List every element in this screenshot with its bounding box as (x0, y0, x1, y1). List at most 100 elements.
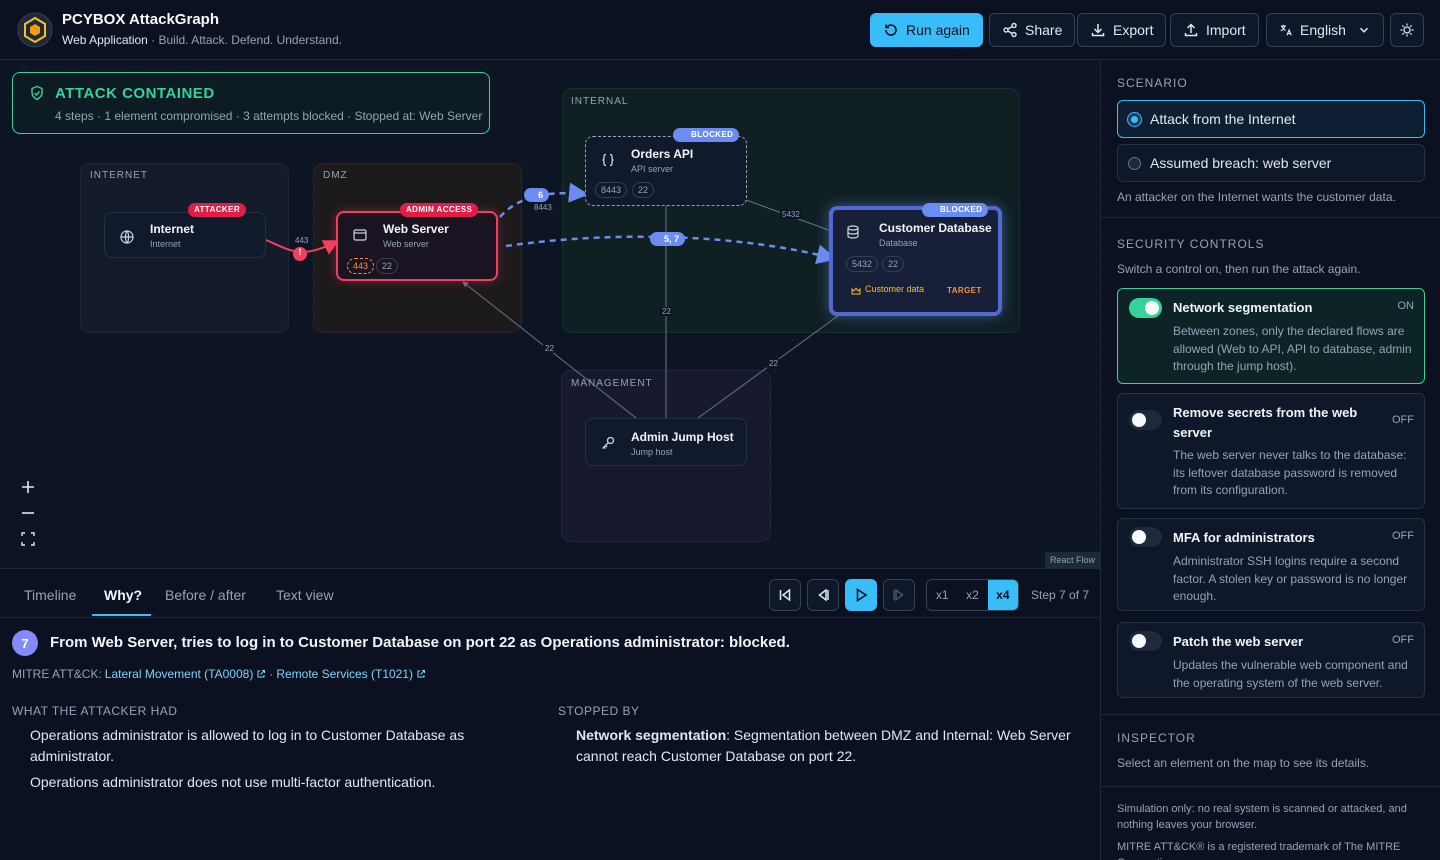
tab-before-after[interactable]: Before / after (165, 587, 246, 603)
security-controls-heading: SECURITY CONTROLS (1117, 237, 1265, 251)
minus-icon (22, 512, 34, 514)
port-22: 22 (882, 256, 905, 272)
node-internet-title: Internet (150, 222, 195, 236)
sidebar: SCENARIO Attack from the Internet Assume… (1100, 60, 1440, 860)
speed-x2-button[interactable]: x2 (957, 580, 987, 610)
fit-view-icon (21, 532, 35, 546)
edge-label-5432: 5432 (780, 210, 802, 219)
step-counter: Step 7 of 7 (1031, 588, 1090, 602)
control-description: Updates the vulnerable web component and… (1173, 658, 1408, 690)
node-customer-database-title: Customer Database (879, 221, 992, 235)
next-step-button[interactable] (883, 579, 915, 611)
mitre-tactic-link[interactable]: Lateral Movement (TA0008) (105, 667, 254, 681)
first-step-button[interactable] (769, 579, 801, 611)
fit-view-button[interactable] (15, 526, 41, 552)
playback-speed-group: x1 x2 x4 (926, 579, 1019, 611)
node-web-server[interactable]: Web Server Web server 443 22 (336, 211, 498, 281)
control-remove-secrets[interactable]: Remove secrets from the web server OFF T… (1117, 393, 1425, 509)
run-again-button[interactable]: Run again (870, 13, 983, 47)
details-tabs: Timeline Why? Before / after Text view x… (0, 569, 1100, 618)
node-admin-jump-host[interactable]: Admin Jump Host Jump host (585, 418, 747, 466)
attack-graph-canvas[interactable]: INTERNET DMZ INTERNAL MANAGEMENT 443 ! 8… (0, 60, 1100, 568)
previous-step-button[interactable] (807, 579, 839, 611)
toggle-switch[interactable] (1129, 527, 1162, 547)
step-marker-5-7[interactable]: 5, 7 (650, 232, 686, 246)
node-web-server-type: Web server (383, 239, 429, 249)
security-controls-hint: Switch a control on, then run the attack… (1117, 262, 1361, 276)
node-admin-jump-host-type: Jump host (631, 447, 673, 457)
attacker-had-heading: WHAT THE ATTACKER HAD (12, 704, 178, 718)
toggle-switch[interactable] (1129, 298, 1162, 318)
target-label: TARGET (947, 286, 982, 295)
language-select[interactable]: English (1266, 13, 1384, 47)
control-patch-web-server[interactable]: Patch the web server OFF Updates the vul… (1117, 622, 1425, 698)
control-mfa[interactable]: MFA for administrators OFF Administrator… (1117, 518, 1425, 611)
tab-text-view[interactable]: Text view (276, 587, 334, 603)
download-icon (1091, 24, 1105, 37)
port-443: 443 (347, 258, 375, 274)
key-icon (602, 436, 615, 449)
attacker-had-item: Operations administrator is allowed to l… (30, 727, 465, 764)
control-network-segmentation[interactable]: Network segmentation ON Between zones, o… (1117, 288, 1425, 384)
share-button[interactable]: Share (989, 13, 1076, 47)
step-forward-icon (893, 588, 904, 602)
tab-why[interactable]: Why? (104, 587, 142, 603)
app-title: PCYBOX AttackGraph (62, 11, 219, 28)
node-customer-database[interactable]: Customer Database Database 5432 22 Custo… (829, 206, 1002, 316)
scenario-option-internet[interactable]: Attack from the Internet (1117, 100, 1425, 138)
trademark-notice: MITRE ATT&CK® is a registered trademark … (1117, 841, 1401, 860)
toggle-switch[interactable] (1129, 631, 1162, 651)
node-internet[interactable]: Internet Internet (104, 212, 266, 258)
theme-toggle-button[interactable] (1390, 13, 1424, 47)
status-detail: 4 steps · 1 element compromised · 3 atte… (55, 109, 483, 123)
node-orders-api[interactable]: Orders API API server 8443 22 (585, 136, 747, 206)
mitre-separator: · (269, 667, 274, 681)
simulation-disclaimer: Simulation only: no real system is scann… (1117, 803, 1407, 831)
tab-timeline[interactable]: Timeline (24, 587, 76, 603)
react-flow-attribution[interactable]: React Flow (1044, 552, 1100, 568)
speed-x4-button[interactable]: x4 (987, 580, 1018, 610)
globe-icon (120, 230, 134, 244)
port-5432: 5432 (846, 256, 879, 272)
import-button[interactable]: Import (1170, 13, 1259, 47)
attacker-badge: ATTACKER (188, 203, 247, 217)
divider (1101, 217, 1440, 218)
share-icon (1003, 22, 1017, 38)
pcybox-logo-icon (17, 12, 53, 48)
node-customer-database-type: Database (879, 238, 918, 248)
toggle-switch[interactable] (1129, 410, 1162, 430)
asset-label: Customer data (865, 284, 925, 294)
step-marker-6[interactable]: 6 (524, 188, 550, 202)
step-details-panel: Timeline Why? Before / after Text view x… (0, 568, 1100, 860)
blocked-marker-label: ! (298, 247, 302, 257)
edge-label-8443: 8443 (532, 203, 554, 212)
node-internet-type: Internet (150, 239, 181, 249)
app-subtitle: Web Application · Build. Attack. Defend.… (62, 33, 342, 47)
scenario-description: An attacker on the Internet wants the cu… (1117, 190, 1396, 204)
mitre-technique-link[interactable]: Remote Services (T1021) (276, 667, 413, 681)
control-description: The web server never talks to the databa… (1173, 448, 1407, 497)
play-button[interactable] (845, 579, 877, 611)
mitre-prefix: MITRE ATT&CK: (12, 667, 102, 681)
zoom-out-button[interactable] (15, 500, 41, 526)
speed-x1-button[interactable]: x1 (927, 580, 957, 610)
control-title: MFA for administrators (1173, 530, 1315, 545)
export-button[interactable]: Export (1077, 13, 1167, 47)
refresh-icon (885, 24, 897, 36)
external-link-icon (257, 670, 266, 678)
step-title: From Web Server, tries to log in to Cust… (50, 634, 790, 651)
control-state: OFF (1392, 530, 1414, 542)
upload-icon (1184, 23, 1198, 37)
control-description: Administrator SSH logins require a secon… (1173, 554, 1408, 603)
node-web-server-title: Web Server (383, 222, 449, 236)
step-number-badge: 7 (12, 630, 38, 656)
translate-icon (1280, 24, 1292, 36)
chevron-down-icon (1359, 27, 1369, 33)
control-title: Patch the web server (1173, 634, 1304, 649)
control-state: OFF (1392, 414, 1414, 426)
scenario-option-assumed-breach[interactable]: Assumed breach: web server (1117, 144, 1425, 182)
edge-label-443: 443 (293, 236, 311, 245)
zoom-in-button[interactable] (15, 474, 41, 500)
skip-back-icon (779, 588, 791, 602)
play-icon (856, 588, 868, 602)
